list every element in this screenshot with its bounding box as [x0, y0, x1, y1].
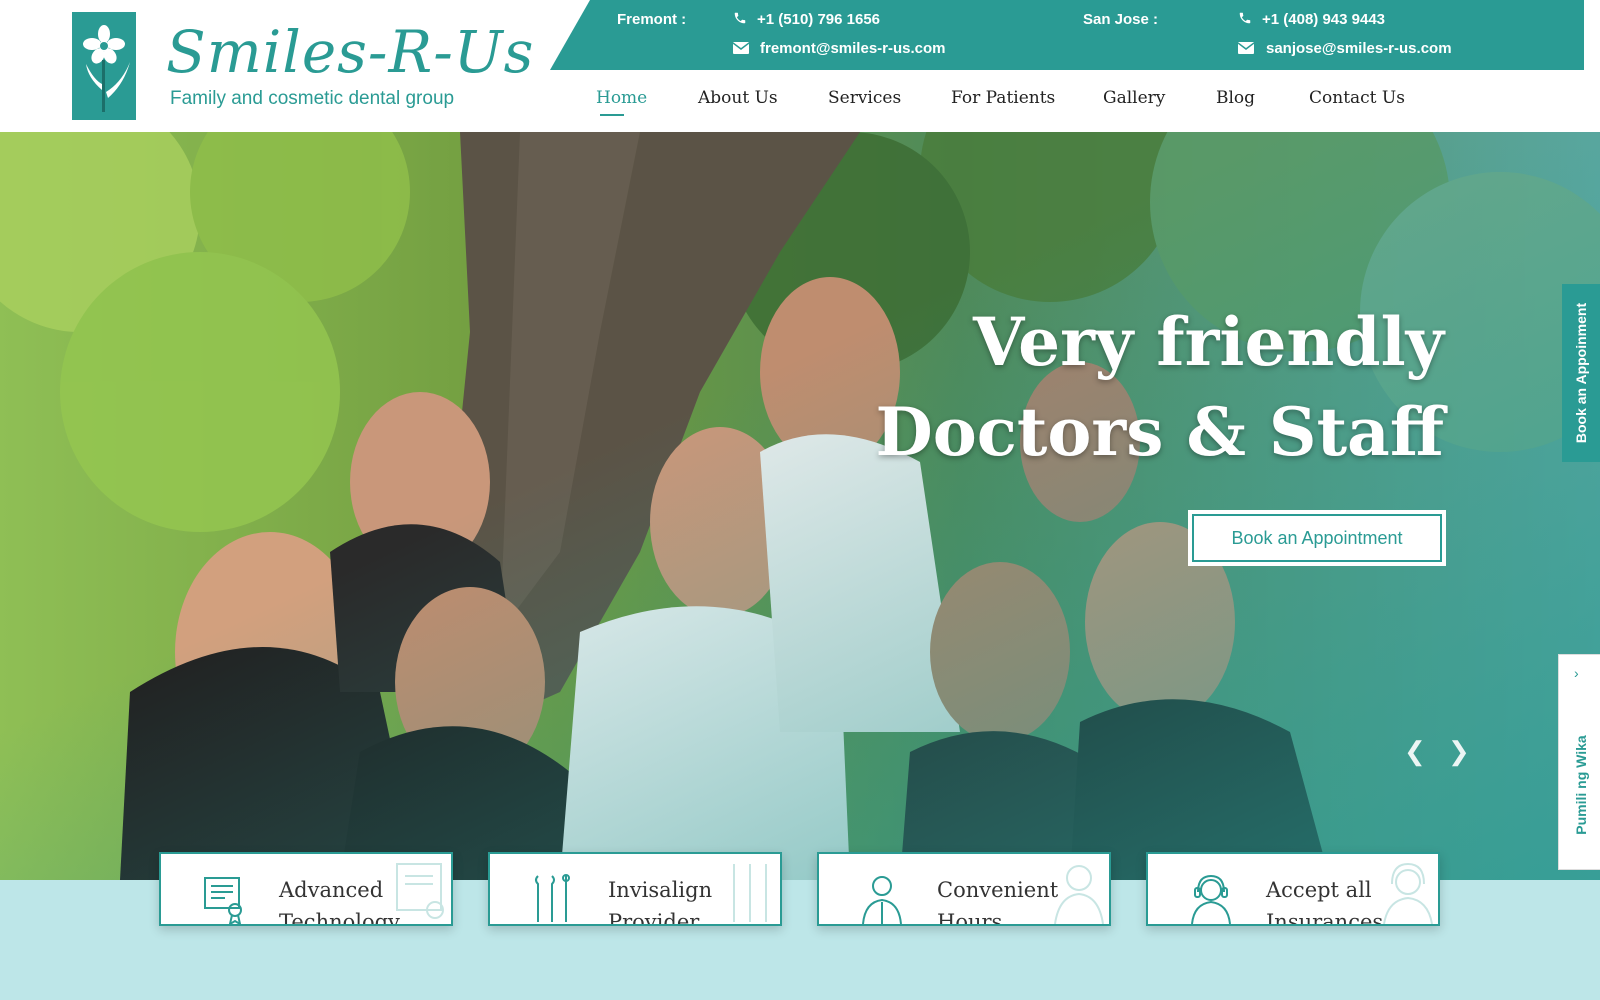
language-picker-label: Pumili ng Wika	[1573, 735, 1589, 835]
slider-prev-arrow-icon[interactable]: ❮	[1404, 736, 1426, 767]
feature-card-insurances[interactable]: Accept all Insurances	[1146, 852, 1440, 926]
headset-support-icon	[1191, 874, 1231, 924]
contact-bar	[550, 0, 1584, 70]
sanjose-phone[interactable]: +1 (408) 943 9443	[1262, 11, 1385, 28]
nav-contact-us[interactable]: Contact Us	[1309, 88, 1405, 108]
nav-gallery[interactable]: Gallery	[1103, 88, 1165, 108]
feature-card-technology[interactable]: Advanced Technology	[159, 852, 453, 926]
hero-photo	[0, 132, 1600, 880]
feature-card-hours[interactable]: Convenient Hours	[817, 852, 1111, 926]
feature-title: Convenient Hours	[937, 878, 1059, 926]
book-appointment-label: Book an Appointment	[1192, 514, 1442, 562]
language-picker-tab[interactable]: › Pumili ng Wika	[1558, 654, 1600, 870]
feature-card-invisalign[interactable]: Invisalign Provider	[488, 852, 782, 926]
side-book-appointment-tab[interactable]: Book an Appoinment	[1562, 284, 1600, 462]
nav-home[interactable]: Home	[596, 88, 647, 108]
main-nav: Home About Us Services For Patients Gall…	[0, 88, 1600, 128]
nav-blog[interactable]: Blog	[1216, 88, 1255, 108]
feature-title: Invisalign Provider	[608, 878, 713, 926]
hero-title-line2: Doctors & Staff	[875, 393, 1444, 471]
hero-title-line1: Very friendly	[972, 303, 1444, 381]
phone-icon	[733, 11, 747, 28]
hero-slider: Very friendly Doctors & Staff Book an Ap…	[0, 132, 1600, 880]
phone-icon	[1238, 11, 1252, 28]
fremont-email[interactable]: fremont@smiles-r-us.com	[760, 40, 946, 57]
doctor-icon	[862, 876, 902, 924]
fremont-phone[interactable]: +1 (510) 796 1656	[757, 11, 880, 28]
envelope-icon	[732, 41, 750, 57]
nav-services[interactable]: Services	[828, 88, 901, 108]
chevron-right-icon: ›	[1574, 665, 1579, 681]
slider-next-arrow-icon[interactable]: ❯	[1448, 736, 1470, 767]
nav-active-indicator	[600, 114, 624, 116]
hero-title: Very friendly Doctors & Staff	[875, 297, 1444, 477]
feature-title: Advanced Technology	[279, 878, 400, 926]
feature-title: Accept all Insurances	[1266, 878, 1384, 926]
side-book-appointment-label: Book an Appoinment	[1573, 302, 1589, 444]
book-appointment-button[interactable]: Book an Appointment	[1188, 510, 1446, 566]
nav-for-patients[interactable]: For Patients	[951, 88, 1055, 108]
sanjose-label: San Jose :	[1083, 11, 1159, 28]
feature-cards: Advanced Technology Invisalign Provider	[0, 852, 1600, 926]
brand-name[interactable]: Smiles-R-Us	[166, 18, 534, 86]
fremont-label: Fremont :	[617, 11, 687, 28]
nav-about-us[interactable]: About Us	[698, 88, 778, 108]
site-header: Smiles-R-Us Family and cosmetic dental g…	[0, 0, 1600, 132]
dental-tools-icon	[535, 874, 570, 922]
sanjose-email[interactable]: sanjose@smiles-r-us.com	[1266, 40, 1452, 57]
envelope-icon	[1237, 41, 1255, 57]
certificate-icon	[204, 877, 242, 924]
